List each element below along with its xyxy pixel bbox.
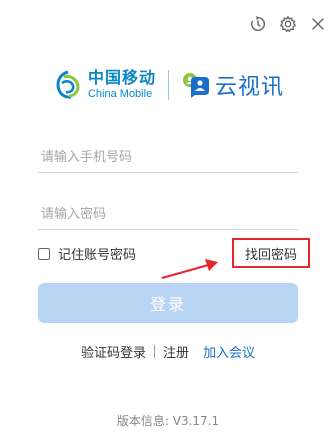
logo-divider (168, 70, 169, 100)
history-icon[interactable] (248, 14, 268, 34)
remember-label: 记住账号密码 (58, 248, 137, 263)
link-separator (153, 345, 155, 358)
gear-icon[interactable] (278, 14, 298, 34)
yunshixun-text: 云视讯 (215, 75, 285, 100)
alternate-actions: 验证码登录 注册 加入会议 (0, 342, 336, 361)
version-info: 版本信息: V3.17.1 (116, 414, 220, 428)
close-icon[interactable] (308, 14, 328, 34)
register-link[interactable]: 注册 (163, 342, 189, 361)
yunshixun-logo: 云视讯 (181, 69, 284, 101)
remember-account[interactable]: 记住账号密码 (38, 244, 136, 263)
brand-logos: 中国移动 China Mobile 云视讯 (0, 68, 336, 102)
forgot-password-link[interactable]: 找回密码 (232, 238, 310, 268)
sms-login-link[interactable]: 验证码登录 (81, 342, 146, 361)
china-mobile-logo: 中国移动 China Mobile (52, 68, 156, 102)
phone-input[interactable] (38, 143, 298, 173)
china-mobile-logo-icon (56, 70, 80, 99)
red-arrow-annotation (161, 259, 218, 279)
login-button[interactable]: 登录 (38, 283, 298, 323)
window-controls (248, 14, 328, 34)
china-mobile-en-text: China Mobile (87, 88, 153, 100)
yunshixun-logo-icon (183, 73, 209, 98)
remember-checkbox[interactable] (38, 247, 50, 260)
china-mobile-cn-text: 中国移动 (87, 68, 156, 87)
password-input[interactable] (38, 200, 298, 230)
join-meeting-link[interactable]: 加入会议 (203, 342, 255, 361)
